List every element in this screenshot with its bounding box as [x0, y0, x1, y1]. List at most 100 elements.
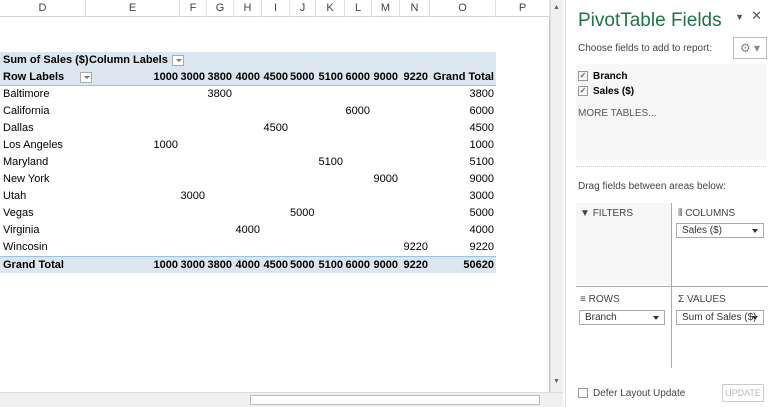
row-total[interactable]: 1000	[430, 137, 496, 154]
cell-value[interactable]: 5000	[290, 205, 316, 222]
row-total[interactable]: 3800	[430, 86, 496, 103]
column-value-header[interactable]: 5000	[290, 69, 316, 86]
row-total[interactable]: 4000	[430, 222, 496, 239]
checkbox-checked-icon[interactable]: ✓	[578, 86, 588, 97]
row-label[interactable]: Virginia	[3, 222, 40, 239]
column-value-header[interactable]: 3800	[207, 69, 234, 86]
row-total[interactable]: 9220	[430, 239, 496, 256]
row-label[interactable]: Los Angeles	[3, 137, 63, 154]
column-header-J[interactable]: J	[290, 0, 316, 17]
column-value-header[interactable]: 1000	[86, 69, 180, 86]
row-label[interactable]: Utah	[3, 188, 26, 205]
rows-header: ≡ ROWS	[580, 294, 620, 305]
row-total[interactable]: 4500	[430, 120, 496, 137]
gear-icon[interactable]: ⚙ ▾	[733, 37, 767, 59]
grand-total-value[interactable]: 4500	[262, 257, 290, 274]
field-sales[interactable]: ✓ Sales ($)	[578, 86, 634, 97]
more-tables-link[interactable]: MORE TABLES...	[578, 108, 657, 119]
horizontal-scrollbar[interactable]	[0, 392, 563, 407]
worksheet-grid[interactable]: Sum of Sales ($) Column Labels Row Labels 1…	[0, 17, 550, 392]
vertical-scrollbar[interactable]: ▲ ▼	[550, 0, 563, 392]
sigma-icon: Σ	[678, 294, 687, 305]
close-icon[interactable]: ✕	[751, 8, 762, 24]
row-label[interactable]: California	[3, 103, 49, 120]
panel-menu-icon[interactable]: ▼	[735, 12, 744, 22]
row-total[interactable]: 3000	[430, 188, 496, 205]
column-value-header[interactable]: 6000	[345, 69, 372, 86]
grand-total-value[interactable]: 9220	[400, 257, 430, 274]
scroll-down-icon[interactable]: ▼	[553, 378, 560, 385]
cell-value[interactable]: 6000	[345, 103, 372, 120]
cell-value[interactable]: 5100	[316, 154, 345, 171]
row-total[interactable]: 5100	[430, 154, 496, 171]
row-labels-filter[interactable]: Row Labels	[3, 69, 93, 86]
grand-total-value[interactable]: 9000	[372, 257, 400, 274]
cell-value[interactable]: 3800	[207, 86, 234, 103]
cell-value[interactable]: 4000	[234, 222, 262, 239]
checkbox-icon[interactable]	[578, 388, 588, 399]
grand-total-value[interactable]: 5000	[290, 257, 316, 274]
cell-value[interactable]: 9220	[400, 239, 430, 256]
cell-value[interactable]: 4500	[262, 120, 290, 137]
grand-total-value[interactable]: 50620	[430, 257, 496, 274]
defer-layout-update[interactable]: Defer Layout Update	[578, 388, 685, 399]
column-header-O[interactable]: O	[430, 0, 496, 17]
scroll-up-icon[interactable]: ▲	[553, 4, 560, 11]
values-header: Σ VALUES	[678, 294, 726, 305]
grand-total-value[interactable]: 4000	[234, 257, 262, 274]
column-header-M[interactable]: M	[372, 0, 400, 17]
dropdown-icon[interactable]	[171, 54, 184, 66]
grand-total-value[interactable]: 6000	[345, 257, 372, 274]
row-total[interactable]: 9000	[430, 171, 496, 188]
value-label[interactable]: Sum of Sales ($)	[3, 52, 89, 69]
grand-total-label[interactable]: Grand Total	[3, 257, 64, 274]
column-value-header[interactable]: 9220	[400, 69, 430, 86]
column-header-K[interactable]: K	[316, 0, 345, 17]
row-label[interactable]: Wincosin	[3, 239, 48, 256]
grand-total-value[interactable]: 3800	[207, 257, 234, 274]
grand-total-value[interactable]: 5100	[316, 257, 345, 274]
table-row: California 6000 6000	[0, 103, 496, 120]
column-header-I[interactable]: I	[262, 0, 290, 17]
grand-total-value[interactable]: 3000	[180, 257, 207, 274]
cell-value[interactable]: 3000	[180, 188, 207, 205]
columns-field[interactable]: Sales ($)	[676, 223, 764, 238]
pivot-header-row: Sum of Sales ($) Column Labels	[0, 52, 496, 69]
row-label[interactable]: Dallas	[3, 120, 34, 137]
row-total[interactable]: 5000	[430, 205, 496, 222]
column-value-header[interactable]: 9000	[372, 69, 400, 86]
column-header-H[interactable]: H	[234, 0, 262, 17]
column-value-header[interactable]: 4500	[262, 69, 290, 86]
cell-value[interactable]: 1000	[86, 137, 180, 154]
divider	[576, 166, 766, 167]
column-value-header[interactable]: 3000	[180, 69, 207, 86]
row-label[interactable]: Maryland	[3, 154, 48, 171]
table-row: Baltimore 3800 3800	[0, 86, 496, 103]
row-label[interactable]: New York	[3, 171, 49, 188]
column-header-P[interactable]: P	[496, 0, 550, 17]
row-label[interactable]: Vegas	[3, 205, 34, 222]
values-field[interactable]: Sum of Sales ($)	[676, 310, 764, 325]
checkbox-checked-icon[interactable]: ✓	[578, 71, 588, 82]
grand-total-value[interactable]: 1000	[86, 257, 180, 274]
table-row: Los Angeles 1000 1000	[0, 137, 496, 154]
column-labels-filter[interactable]: Column Labels	[89, 52, 184, 69]
row-total[interactable]: 6000	[430, 103, 496, 120]
column-header-G[interactable]: G	[207, 0, 234, 17]
table-row: Virginia 4000 4000	[0, 222, 496, 239]
row-label[interactable]: Baltimore	[3, 86, 49, 103]
update-button[interactable]: UPDATE	[722, 384, 764, 402]
scroll-thumb[interactable]	[250, 395, 540, 405]
column-value-header[interactable]: Grand Total	[430, 69, 496, 86]
column-value-header[interactable]: 4000	[234, 69, 262, 86]
column-header-E[interactable]: E	[86, 0, 180, 17]
field-branch[interactable]: ✓ Branch	[578, 71, 627, 82]
column-value-header[interactable]: 5100	[316, 69, 345, 86]
column-header-L[interactable]: L	[345, 0, 372, 17]
column-header-N[interactable]: N	[400, 0, 430, 17]
column-header-D[interactable]: D	[0, 0, 86, 17]
cell-value[interactable]: 9000	[372, 171, 400, 188]
column-header-F[interactable]: F	[180, 0, 207, 17]
rows-field[interactable]: Branch	[579, 310, 665, 325]
columns-header: ⦀ COLUMNS	[678, 208, 736, 219]
